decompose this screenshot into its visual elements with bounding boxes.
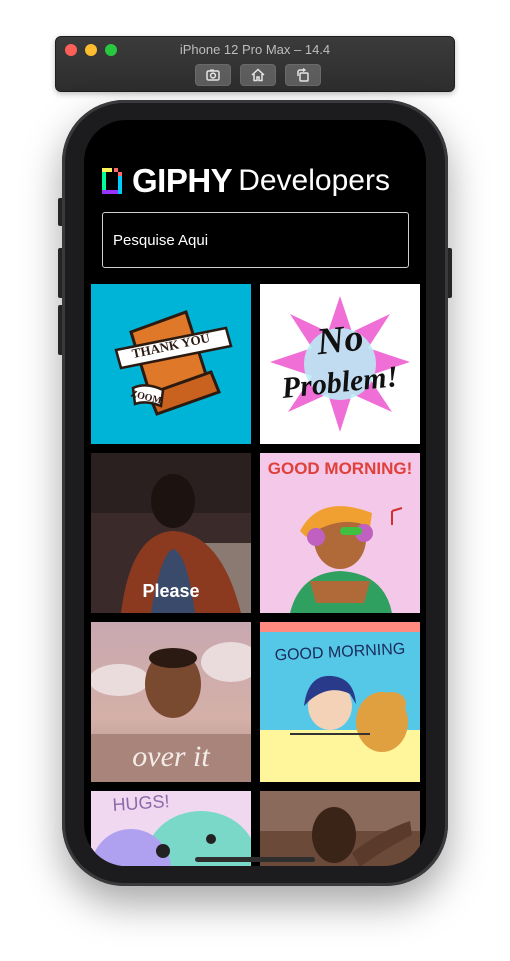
search-placeholder: Pesquise Aqui — [113, 231, 209, 249]
gif-item[interactable]: No Problem! — [260, 284, 420, 444]
man-reaching-gif — [260, 791, 420, 866]
gif-caption: Please — [142, 581, 200, 601]
gif-item[interactable]: GOOD MORNING — [260, 622, 420, 782]
app-screen: GIPHY Developers Pesquise Aqui THANK YOU… — [84, 120, 426, 866]
logo-brand-text: GIPHY — [132, 162, 233, 199]
screenshot-icon — [206, 69, 220, 81]
gif-item[interactable]: HUGS! — [91, 791, 251, 866]
gif-caption: over it — [132, 740, 210, 773]
giphy-logo-icon — [102, 168, 122, 194]
giphy-developers-logo: GIPHY Developers — [100, 162, 390, 199]
home-button[interactable] — [240, 64, 276, 86]
rotate-button[interactable] — [285, 64, 321, 86]
gif-caption: GOOD MORNING! — [267, 459, 413, 478]
simulator-window-titlebar: iPhone 12 Pro Max – 14.4 — [55, 36, 455, 92]
logo-suffix-text: Developers — [238, 164, 390, 197]
gif-item[interactable]: THANK YOU ZOOM — [91, 284, 251, 444]
home-icon — [251, 68, 265, 82]
rotate-icon — [297, 67, 309, 82]
gif-item[interactable]: GOOD MORNING! — [260, 453, 420, 613]
gif-item[interactable]: over it — [91, 622, 251, 782]
window-title: iPhone 12 Pro Max – 14.4 — [179, 42, 331, 57]
search-input[interactable]: Pesquise Aqui — [102, 212, 409, 268]
screenshot-button[interactable] — [195, 64, 231, 86]
notch — [171, 120, 341, 147]
gif-item[interactable]: Please — [91, 453, 251, 613]
gif-item[interactable] — [260, 791, 420, 866]
home-indicator[interactable] — [195, 857, 315, 862]
